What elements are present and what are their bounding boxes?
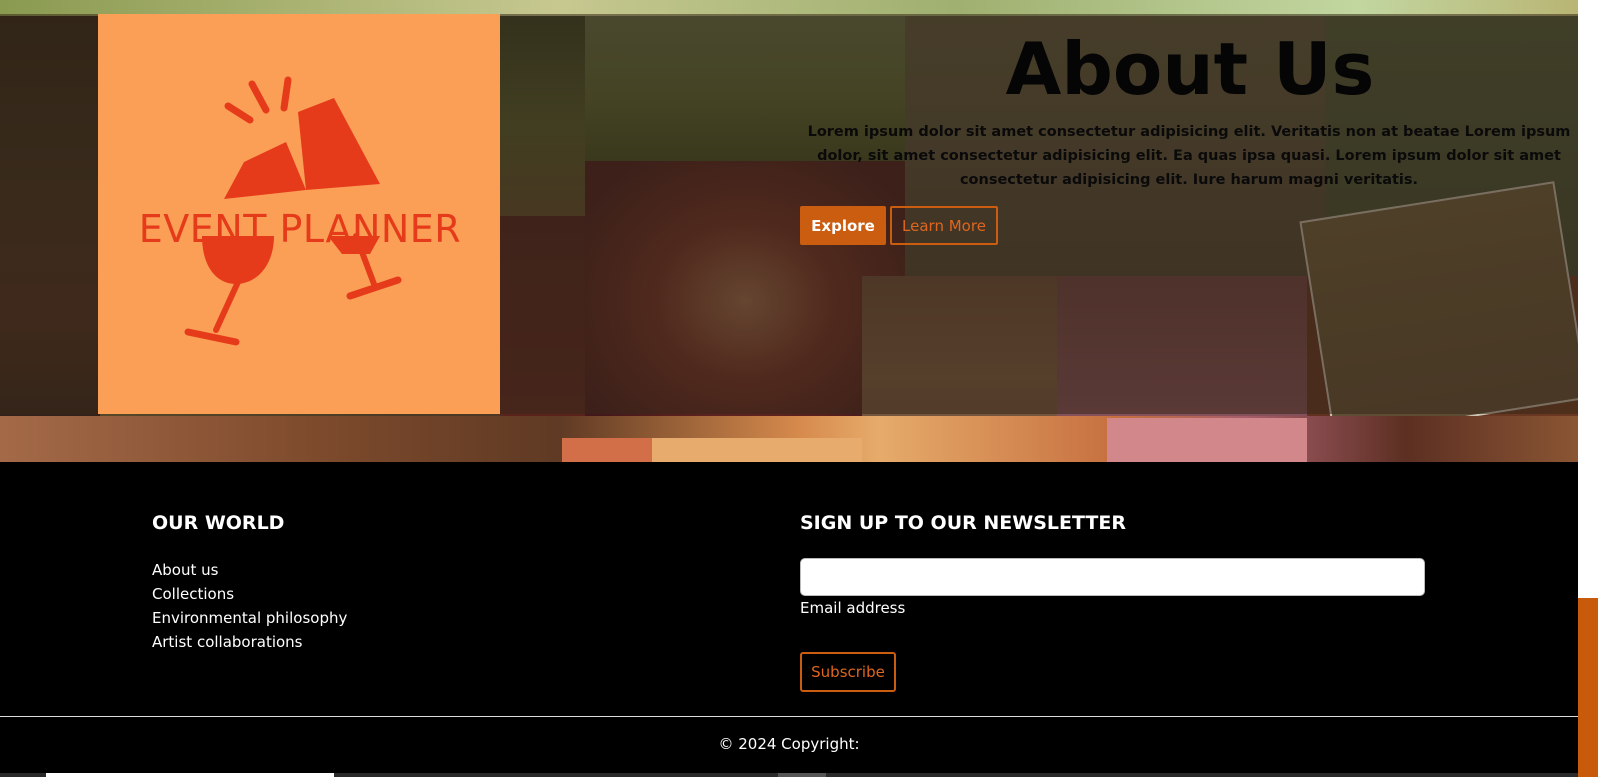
collage-photo-warm-light: [652, 438, 862, 462]
explore-button[interactable]: Explore: [800, 206, 886, 245]
link-artist-collaborations[interactable]: Artist collaborations: [152, 630, 347, 654]
footer-divider: [0, 716, 1578, 717]
link-collections[interactable]: Collections: [152, 582, 347, 606]
horizontal-scrollbar-thumb[interactable]: [46, 773, 334, 777]
learn-more-button[interactable]: Learn More: [890, 206, 998, 245]
collage-photo-warm: [562, 438, 652, 462]
vertical-scrollbar-thumb[interactable]: [1578, 598, 1598, 777]
email-label: Email address: [800, 599, 906, 617]
footer: OUR WORLD About us Collections Environme…: [0, 462, 1578, 777]
subscribe-button[interactable]: Subscribe: [800, 652, 896, 692]
hero-section: EVENT PLANNER About Us Lorem ipsum dolor…: [0, 0, 1598, 462]
email-input[interactable]: [800, 558, 1425, 596]
link-environmental-philosophy[interactable]: Environmental philosophy: [152, 606, 347, 630]
collage-photo-stage: [1107, 418, 1307, 462]
about-description: Lorem ipsum dolor sit amet consectetur a…: [807, 124, 1571, 188]
logo-text: EVENT PLANNER: [138, 207, 462, 251]
link-about-us[interactable]: About us: [152, 558, 347, 582]
horizontal-scrollbar-marker: [778, 773, 826, 777]
newsletter-title: SIGN UP TO OUR NEWSLETTER: [800, 512, 1126, 534]
copyright-text: © 2024 Copyright:: [718, 735, 860, 753]
logo[interactable]: EVENT PLANNER: [98, 14, 500, 414]
our-world-links: About us Collections Environmental philo…: [152, 558, 347, 654]
about-title: About Us: [1005, 27, 1375, 111]
our-world-title: OUR WORLD: [152, 512, 285, 534]
